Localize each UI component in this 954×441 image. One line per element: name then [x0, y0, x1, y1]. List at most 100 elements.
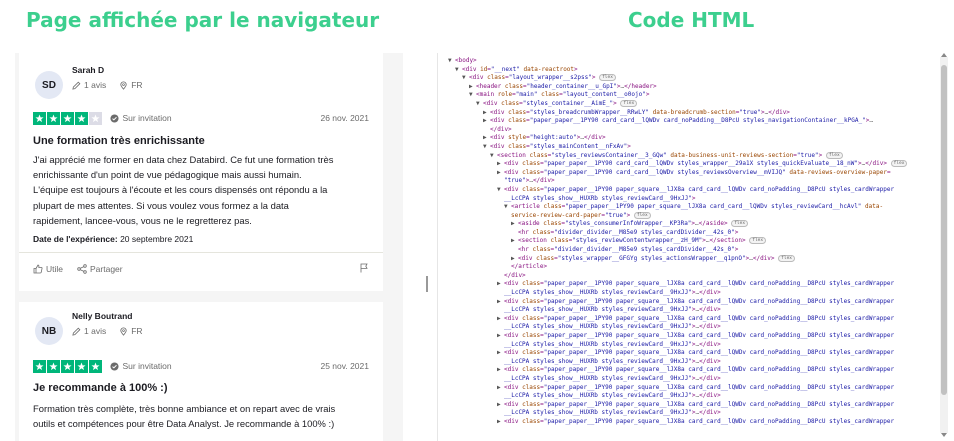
dom-tree-line[interactable]: __LcCPA styles_show__HUXRb styles_review…: [448, 392, 934, 401]
dom-tree-line[interactable]: ▼ <section class="styles_reviewsContainer…: [448, 151, 934, 161]
dom-tree-line[interactable]: ▶ <div class="styles_wrapper__GFGYg style…: [448, 254, 934, 264]
flex-badge[interactable]: flex: [599, 74, 616, 82]
dom-tree-line[interactable]: ▶ <div class="paper_paper__1PY90 card_car…: [448, 169, 934, 178]
expand-toggle-icon[interactable]: ▶: [497, 401, 504, 410]
flex-badge[interactable]: flex: [890, 160, 908, 168]
dom-tree-line[interactable]: __LcCPA styles_show__HUXRb styles_review…: [448, 323, 934, 332]
reviewer-name[interactable]: Nelly Boutrand: [72, 311, 143, 321]
reviewer-info[interactable]: NB Nelly Boutrand 1 avis FR: [35, 311, 143, 345]
expand-toggle-icon[interactable]: ▶: [497, 160, 504, 169]
dom-tree-line[interactable]: ▶ <div class="paper_paper__1PY90 paper_sq…: [448, 401, 934, 410]
dom-tree-line[interactable]: ▼ <div id="__next" data-reactroot>: [448, 66, 934, 75]
flex-badge[interactable]: flex: [749, 237, 767, 245]
dom-tree-line[interactable]: ▼ <div class="paper_paper__1PY90 paper_sq…: [448, 186, 934, 195]
expand-toggle-icon[interactable]: ▶: [497, 332, 504, 341]
dom-tree-line[interactable]: <hr class="divider_divider__M85e9 styles…: [448, 229, 934, 238]
dom-tree-line[interactable]: ▶ <div class="paper_paper__1PY90 card_car…: [448, 117, 934, 126]
expand-toggle-icon[interactable]: ▶: [483, 134, 490, 143]
flex-badge[interactable]: flex: [778, 254, 795, 262]
html-code-panel[interactable]: ▼ <body> ▼ <div id="__next" data-reactroot>…: [437, 53, 954, 441]
dom-tree-line[interactable]: ▶ <div class="paper_paper__1PY90 paper_sq…: [448, 280, 934, 289]
dom-tree-line[interactable]: ▶ <div class="paper_paper__1PY90 paper_sq…: [448, 366, 934, 375]
dom-tree-line[interactable]: ▶ <div class="paper_paper__1PY90 paper_sq…: [448, 332, 934, 341]
share-button[interactable]: Partager: [77, 264, 123, 274]
vertical-scrollbar[interactable]: [940, 57, 948, 433]
dom-tree-line[interactable]: ▼ <div class="styles_container__AimE_"> f…: [448, 99, 934, 109]
review-title[interactable]: Je recommande à 100% :): [33, 382, 168, 394]
dom-tree-line[interactable]: service-review-card-paper="true"> flex: [448, 211, 934, 221]
flex-badge[interactable]: flex: [731, 220, 749, 228]
expand-toggle-icon[interactable]: ▶: [497, 315, 504, 324]
dom-tree-line[interactable]: ▶ <div class="paper_paper__1PY90 paper_sq…: [448, 384, 934, 393]
expand-toggle-icon[interactable]: ▼: [497, 186, 504, 195]
dom-tree-line[interactable]: __LcCPA styles_show__HUXRb styles_review…: [448, 358, 934, 367]
expand-toggle-icon[interactable]: ▼: [469, 91, 476, 100]
expand-toggle-icon[interactable]: ▶: [511, 220, 518, 229]
dom-tree-line[interactable]: <hr class="divider_divider__M85e9 styles…: [448, 246, 934, 255]
expand-toggle-icon[interactable]: ▼: [504, 203, 511, 212]
dom-tree-line[interactable]: ▶ <div style="height:auto">…</div>: [448, 134, 934, 143]
dom-tree-line[interactable]: __LcCPA styles_show__HUXRb styles_review…: [448, 341, 934, 350]
dom-tree-line[interactable]: ▶ <div class="paper_paper__1PY90 paper_sq…: [448, 349, 934, 358]
scroll-down-arrow-icon[interactable]: [941, 433, 947, 437]
dom-tree-line[interactable]: ▶ <div class="paper_paper__1PY90 paper_sq…: [448, 418, 934, 427]
dom-tree-line[interactable]: __LcCPA styles_show__HUXRb styles_review…: [448, 289, 934, 298]
dom-tree-line[interactable]: ▶ <div class="paper_paper__1PY90 card_car…: [448, 160, 934, 169]
dom-tree-line[interactable]: __LcCPA styles_show__HUXRb styles_review…: [448, 375, 934, 384]
dom-tree-line[interactable]: ▼ <body>: [448, 57, 934, 66]
dom-tree-line[interactable]: ▶ <div class="styles_breadcrumbWrapper__R…: [448, 109, 934, 118]
expand-toggle-icon[interactable]: ▼: [476, 100, 483, 109]
dom-tree-line[interactable]: ▶ <div class="paper_paper__1PY90 paper_sq…: [448, 298, 934, 307]
invitation-label[interactable]: Sur invitation: [109, 113, 172, 123]
expand-toggle-icon[interactable]: ▶: [497, 298, 504, 307]
scroll-up-arrow-icon[interactable]: [941, 53, 947, 57]
dom-tree-line[interactable]: </article>: [448, 263, 934, 272]
expand-toggle-icon[interactable]: ▶: [497, 384, 504, 393]
splitter-handle[interactable]: [426, 276, 428, 292]
dom-tree-line[interactable]: ▶ <section class="styles_reviewContentwra…: [448, 237, 934, 246]
dom-tree-line[interactable]: ▼ <main role="main" class="layout_content…: [448, 91, 934, 100]
dom-tree-line[interactable]: __LcCPA styles_show__HUXRb styles_review…: [448, 306, 934, 315]
dom-tree-line[interactable]: "true">…</div>: [448, 177, 934, 186]
expand-toggle-icon[interactable]: ▼: [455, 66, 462, 75]
invitation-label[interactable]: Sur invitation: [109, 361, 172, 371]
expand-toggle-icon[interactable]: ▶: [469, 83, 476, 92]
dom-tree-line[interactable]: ▶ <header class="header_container__u_GpI"…: [448, 83, 934, 92]
expand-toggle-icon[interactable]: ▶: [497, 366, 504, 375]
flex-badge[interactable]: flex: [620, 99, 638, 107]
dom-tree-line[interactable]: __LcCPA styles_show__HUXRb styles_review…: [448, 195, 934, 204]
flag-icon: [360, 263, 368, 273]
expand-toggle-icon[interactable]: ▶: [497, 169, 504, 178]
dom-tree-line[interactable]: ▼ <article class="paper_paper__1PY90 pape…: [448, 203, 934, 212]
flex-badge[interactable]: flex: [633, 211, 651, 219]
dom-tree-line[interactable]: ▶ <div class="paper_paper__1PY90 paper_sq…: [448, 315, 934, 324]
expand-toggle-icon[interactable]: ▶: [497, 349, 504, 358]
dom-tree-line[interactable]: ▼ <div class="styles_mainContent__nFxAv">: [448, 143, 934, 152]
avatar[interactable]: NB: [35, 317, 63, 345]
report-flag-button[interactable]: [359, 263, 369, 275]
expand-toggle-icon[interactable]: ▶: [511, 237, 518, 246]
flex-badge[interactable]: flex: [825, 151, 843, 159]
rendered-page-panel[interactable]: SD Sarah D 1 avis FR Sur invitation 26 n…: [15, 53, 403, 441]
expand-toggle-icon[interactable]: ▶: [497, 418, 504, 427]
reviewer-name[interactable]: Sarah D: [72, 65, 143, 75]
expand-toggle-icon[interactable]: ▼: [448, 57, 455, 66]
dom-tree-line[interactable]: </div>: [448, 126, 934, 135]
dom-tree-line[interactable]: </div>: [448, 272, 934, 281]
dom-tree-line[interactable]: __LcCPA styles_show__HUXRb styles_review…: [448, 409, 934, 418]
reviewer-info[interactable]: SD Sarah D 1 avis FR: [35, 65, 143, 99]
expand-toggle-icon[interactable]: ▼: [490, 152, 497, 161]
avatar[interactable]: SD: [35, 71, 63, 99]
review-title[interactable]: Une formation très enrichissante: [33, 135, 205, 147]
useful-button[interactable]: Utile: [33, 264, 63, 274]
expand-toggle-icon[interactable]: ▶: [483, 109, 490, 118]
expand-toggle-icon[interactable]: ▶: [497, 280, 504, 289]
expand-toggle-icon[interactable]: ▶: [483, 117, 490, 126]
scrollbar-thumb[interactable]: [941, 65, 947, 395]
star-icon: [47, 360, 60, 373]
dom-tree-line[interactable]: ▶ <aside class="styles_consumerInfoWrappe…: [448, 220, 934, 229]
dom-tree-line[interactable]: ▼ <div class="layout_wrapper__s2pss"> fle…: [448, 74, 934, 83]
expand-toggle-icon[interactable]: ▼: [462, 74, 469, 83]
expand-toggle-icon[interactable]: ▶: [511, 255, 518, 264]
expand-toggle-icon[interactable]: ▼: [483, 143, 490, 152]
